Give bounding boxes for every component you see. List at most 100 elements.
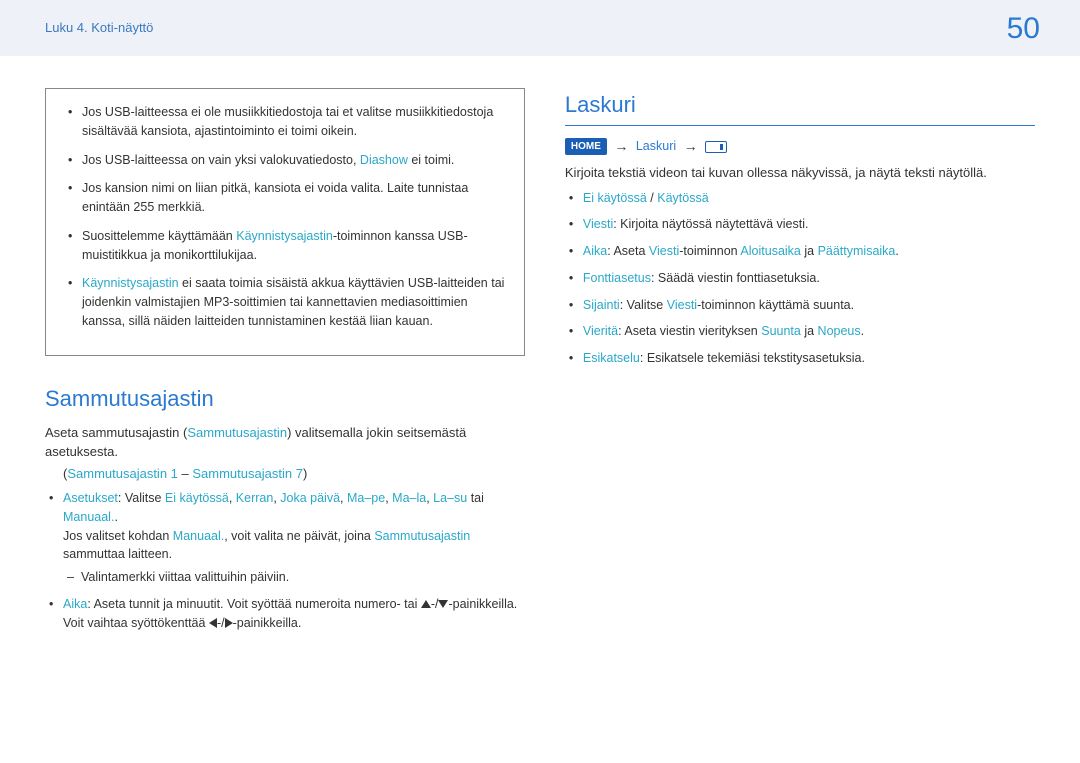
- opt: Manuaal.: [63, 510, 114, 524]
- note-item: Suosittelemme käyttämään Käynnistysajast…: [64, 227, 506, 265]
- text: : Esikatsele tekemiäsi tekstitysasetuksi…: [640, 351, 865, 365]
- text: Valintamerkki viittaa valittuihin päivii…: [81, 570, 289, 584]
- text: -painikkeilla.: [233, 616, 302, 630]
- text: -/: [217, 616, 225, 630]
- term-off-timer-1: Sammutusajastin 1: [67, 466, 178, 481]
- list-item: Esikatselu: Esikatsele tekemiäsi tekstit…: [565, 349, 1035, 368]
- term-off-timer: Sammutusajastin: [374, 529, 470, 543]
- opt: Joka päivä: [280, 491, 340, 505]
- note-item: Jos kansion nimi on liian pitkä, kansiot…: [64, 179, 506, 217]
- note-item: Käynnistysajastin ei saata toimia sisäis…: [64, 274, 506, 330]
- opt: Ei käytössä: [165, 491, 229, 505]
- text: : Aseta tunnit ja minuutit. Voit syöttää…: [87, 597, 421, 611]
- triangle-up-icon: [421, 600, 431, 608]
- sep: ,: [229, 491, 236, 505]
- note-text: ei toimi.: [408, 153, 455, 167]
- text: .: [895, 244, 898, 258]
- arrow-right-icon: →: [614, 136, 628, 157]
- off-timer-range: (Sammutusajastin 1 – Sammutusajastin 7): [45, 464, 525, 484]
- laskuri-intro: Kirjoita tekstiä videon tai kuvan olless…: [565, 163, 1035, 183]
- label-fonttiasetus: Fonttiasetus: [583, 271, 651, 285]
- setting-item-aika: Aika: Aseta tunnit ja minuutit. Voit syö…: [45, 595, 525, 633]
- home-badge-icon: HOME: [565, 138, 607, 155]
- list-item: Vieritä: Aseta viestin vierityksen Suunt…: [565, 322, 1035, 341]
- note-text: Suosittelemme käyttämään: [82, 229, 236, 243]
- off-timer-intro: Aseta sammutusajastin (Sammutusajastin) …: [45, 423, 525, 462]
- text: -toiminnon: [679, 244, 740, 258]
- text: : Aseta viestin vierityksen: [618, 324, 761, 338]
- triangle-right-icon: [225, 618, 233, 628]
- list-item: Ei käytössä / Käytössä: [565, 189, 1035, 208]
- list-item: Fonttiasetus: Säädä viestin fonttiasetuk…: [565, 269, 1035, 288]
- opt: Ma–la: [392, 491, 426, 505]
- text: -toiminnon käyttämä suunta.: [697, 298, 854, 312]
- text: .: [114, 510, 117, 524]
- term-on-timer: Käynnistysajastin: [236, 229, 333, 243]
- text: ): [303, 466, 307, 481]
- right-column: Laskuri HOME → Laskuri → Kirjoita teksti…: [565, 88, 1035, 640]
- text: ja: [801, 324, 818, 338]
- term-nopeus: Nopeus: [818, 324, 861, 338]
- label-viesti: Viesti: [583, 217, 613, 231]
- text: .: [861, 324, 864, 338]
- term-off-timer-7: Sammutusajastin 7: [192, 466, 303, 481]
- arrow-right-icon: →: [684, 136, 698, 157]
- opt: Ma–pe: [347, 491, 385, 505]
- sep: ,: [340, 491, 347, 505]
- text: –: [178, 466, 192, 481]
- term-suunta: Suunta: [761, 324, 801, 338]
- note-item: Jos USB-laitteessa ei ole musiikkitiedos…: [64, 103, 506, 141]
- section-off-timer-title: Sammutusajastin: [45, 382, 525, 415]
- list-item: Sijainti: Valitse Viesti-toiminnon käytt…: [565, 296, 1035, 315]
- label-aika: Aika: [63, 597, 87, 611]
- term-paattymisaika: Päättymisaika: [818, 244, 896, 258]
- text: sammuttaa laitteen.: [63, 547, 172, 561]
- note-text: Jos kansion nimi on liian pitkä, kansiot…: [82, 181, 468, 214]
- term-viesti: Viesti: [649, 244, 679, 258]
- enter-icon: [705, 141, 727, 153]
- dash-item: Valintamerkki viittaa valittuihin päivii…: [63, 568, 525, 587]
- text: tai: [467, 491, 484, 505]
- text: : Säädä viestin fonttiasetuksia.: [651, 271, 820, 285]
- breadcrumb: HOME → Laskuri →: [565, 136, 1035, 157]
- opt-off: Ei käytössä: [583, 191, 647, 205]
- text: /: [647, 191, 657, 205]
- text: : Kirjoita näytössä näytettävä viesti.: [613, 217, 808, 231]
- label-vierita: Vieritä: [583, 324, 618, 338]
- page-header: Luku 4. Koti-näyttö 50: [0, 0, 1080, 56]
- text: : Valitse: [118, 491, 165, 505]
- breadcrumb-label: Laskuri: [636, 139, 676, 153]
- term-viesti: Viesti: [667, 298, 697, 312]
- text: Jos valitset kohdan: [63, 529, 173, 543]
- note-item: Jos USB-laitteessa on vain yksi valokuva…: [64, 151, 506, 170]
- label-esikatselu: Esikatselu: [583, 351, 640, 365]
- note-text: Jos USB-laitteessa on vain yksi valokuva…: [82, 153, 360, 167]
- opt: La–su: [433, 491, 467, 505]
- page-content: Jos USB-laitteessa ei ole musiikkitiedos…: [0, 56, 1080, 640]
- opt: Kerran: [236, 491, 274, 505]
- opt-on: Käytössä: [657, 191, 708, 205]
- text: ja: [801, 244, 818, 258]
- usb-notes-box: Jos USB-laitteessa ei ole musiikkitiedos…: [45, 88, 525, 356]
- chapter-title: Luku 4. Koti-näyttö: [45, 18, 153, 38]
- text: , voit valita ne päivät, joina: [224, 529, 374, 543]
- note-text: Jos USB-laitteessa ei ole musiikkitiedos…: [82, 105, 493, 138]
- label-asetukset: Asetukset: [63, 491, 118, 505]
- text: Aseta sammutusajastin (: [45, 425, 187, 440]
- list-item: Aika: Aseta Viesti-toiminnon Aloitusaika…: [565, 242, 1035, 261]
- page-number: 50: [1007, 6, 1040, 51]
- text: : Aseta: [607, 244, 649, 258]
- left-column: Jos USB-laitteessa ei ole musiikkitiedos…: [45, 88, 525, 640]
- label-aika: Aika: [583, 244, 607, 258]
- triangle-down-icon: [438, 600, 448, 608]
- label-sijainti: Sijainti: [583, 298, 620, 312]
- term-diashow: Diashow: [360, 153, 408, 167]
- term-aloitusaika: Aloitusaika: [740, 244, 800, 258]
- text: -/: [431, 597, 439, 611]
- opt-manual: Manuaal.: [173, 529, 224, 543]
- setting-item-asetukset: Asetukset: Valitse Ei käytössä, Kerran , …: [45, 489, 525, 587]
- list-item: Viesti: Kirjoita näytössä näytettävä vie…: [565, 215, 1035, 234]
- section-laskuri-title: Laskuri: [565, 88, 1035, 126]
- term-off-timer: Sammutusajastin: [187, 425, 287, 440]
- text: : Valitse: [620, 298, 667, 312]
